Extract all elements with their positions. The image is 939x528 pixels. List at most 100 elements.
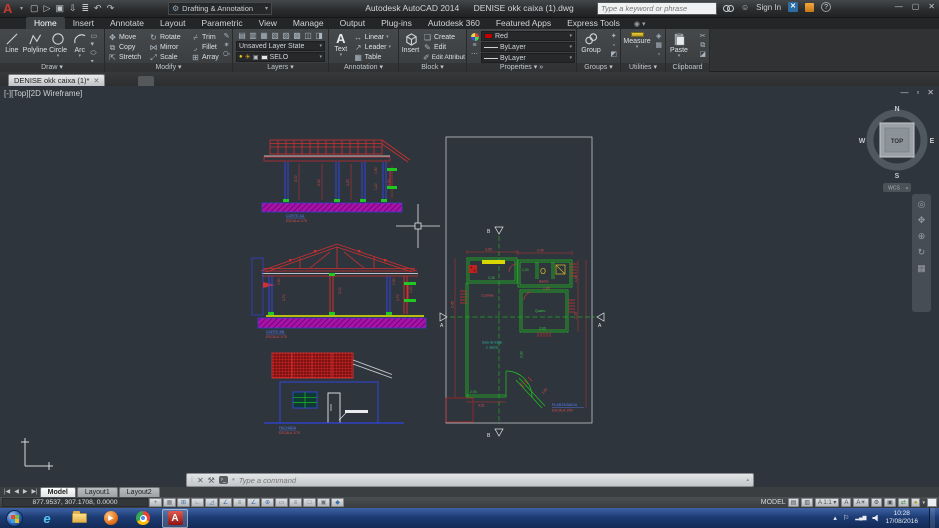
tab-featured-apps[interactable]: Featured Apps bbox=[488, 17, 559, 29]
object-color-dropdown[interactable]: Red▾ bbox=[481, 31, 575, 41]
taskbar-ie-icon[interactable]: e bbox=[34, 509, 60, 527]
draw-panel-label[interactable]: Draw ▾ bbox=[0, 63, 104, 72]
quick-calc-icon[interactable]: ▦ bbox=[655, 42, 662, 50]
clean-screen-button[interactable] bbox=[927, 498, 937, 507]
restore-button[interactable]: ▢ bbox=[912, 2, 920, 11]
circle-button[interactable]: Circle ▾ bbox=[47, 30, 69, 63]
minimize-button[interactable]: — bbox=[895, 2, 903, 11]
move-button[interactable]: ✥Move bbox=[106, 32, 147, 42]
tab-home[interactable]: Home bbox=[26, 17, 65, 29]
layer-dropdown[interactable]: ● ☀ ▣ SELO ▾ bbox=[236, 52, 325, 62]
quick-view-drawings-icon[interactable]: ▥ bbox=[801, 498, 813, 507]
viewcube-west[interactable]: W bbox=[859, 138, 866, 145]
tab-plugins[interactable]: Plug-ins bbox=[373, 17, 420, 29]
linear-dimension-button[interactable]: ↔Linear▾ bbox=[352, 32, 397, 42]
group-bounding-icon[interactable]: ◩ bbox=[610, 51, 617, 59]
arc-button[interactable]: Arc ▾ bbox=[69, 30, 91, 63]
start-button[interactable] bbox=[6, 510, 23, 527]
layer-unlock-icon[interactable]: ▣ bbox=[253, 54, 259, 61]
copy-clip-icon[interactable]: ⧉ bbox=[700, 42, 705, 50]
viewcube-east[interactable]: E bbox=[930, 138, 935, 145]
tab-output[interactable]: Output bbox=[332, 17, 374, 29]
layout2-tab[interactable]: Layout2 bbox=[119, 487, 160, 497]
layer-on-bulb-icon[interactable]: ● bbox=[239, 54, 243, 60]
rotate-button[interactable]: ↻Rotate bbox=[147, 32, 189, 42]
hardware-accel-icon[interactable]: ⇄ bbox=[898, 498, 909, 507]
isolate-objects-icon[interactable]: ● bbox=[911, 498, 921, 507]
tab-express-tools[interactable]: Express Tools bbox=[559, 17, 628, 29]
properties-panel-label[interactable]: Properties ▾ » bbox=[467, 63, 576, 72]
mirror-button[interactable]: ⋈Mirror bbox=[147, 42, 189, 52]
ortho-mode-button[interactable]: ∟ bbox=[191, 498, 204, 507]
tab-first-icon[interactable]: |◀ bbox=[4, 488, 10, 497]
layer-isolate-icon[interactable]: ▦ bbox=[260, 31, 269, 40]
erase-icon[interactable]: ✎ bbox=[224, 33, 230, 41]
pan-icon[interactable]: ✥ bbox=[918, 216, 926, 225]
exchange-apps-icon[interactable]: ✕ bbox=[788, 2, 798, 12]
layer-off-icon[interactable]: ▥ bbox=[249, 31, 258, 40]
tab-annotate[interactable]: Annotate bbox=[102, 17, 152, 29]
modify-panel-label[interactable]: Modify ▾ bbox=[105, 63, 232, 72]
annotation-visibility-icon[interactable]: A bbox=[841, 498, 851, 507]
show-desktop-button[interactable] bbox=[929, 508, 935, 528]
layer-prev-icon[interactable]: ◫ bbox=[304, 31, 313, 40]
taskbar-clock[interactable]: 10:28 17/08/2016 bbox=[885, 510, 918, 526]
lineweight-list-icon[interactable]: ≡ bbox=[472, 42, 476, 50]
layer-color-swatch[interactable] bbox=[261, 55, 268, 60]
edit-block-button[interactable]: ✎Edit bbox=[421, 42, 465, 52]
help-search-input[interactable] bbox=[598, 4, 716, 13]
utilities-panel-label[interactable]: Utilities ▾ bbox=[621, 63, 665, 72]
offset-icon[interactable]: ⧂ bbox=[223, 51, 230, 59]
quick-select-icon[interactable]: ◈ bbox=[656, 33, 661, 41]
tab-insert[interactable]: Insert bbox=[65, 17, 102, 29]
command-grip-icon[interactable]: ⁞ bbox=[191, 477, 193, 484]
linetype-dropdown[interactable]: ByLayer▾ bbox=[481, 53, 575, 63]
command-customize-icon[interactable]: ⚒ bbox=[208, 476, 215, 485]
zoom-icon[interactable]: ⊕ bbox=[918, 232, 926, 241]
taskbar-autocad-icon[interactable]: A bbox=[162, 509, 188, 528]
network-icon[interactable]: ▂▄▆ bbox=[855, 515, 866, 521]
match-properties-icon[interactable] bbox=[471, 33, 479, 41]
file-tab-close-icon[interactable]: ✕ bbox=[93, 77, 99, 85]
tab-next-icon[interactable]: ▶ bbox=[23, 488, 28, 497]
trim-button[interactable]: ⌿Trim bbox=[189, 32, 222, 42]
copy-button[interactable]: ⧉Copy bbox=[106, 42, 147, 52]
viewcube[interactable]: TOP N S W E WCS ▾ bbox=[859, 106, 935, 192]
viewcube-north[interactable]: N bbox=[894, 106, 899, 113]
fillet-button[interactable]: ◞Fillet bbox=[189, 42, 222, 52]
array-button[interactable]: ⊞Array bbox=[189, 52, 222, 62]
measure-button[interactable]: Measure ▾ bbox=[622, 30, 652, 63]
tab-prev-icon[interactable]: ◀ bbox=[14, 488, 19, 497]
layer-walk-icon[interactable]: ◨ bbox=[315, 31, 324, 40]
steering-wheel-icon[interactable]: ◎ bbox=[918, 200, 926, 209]
command-input[interactable] bbox=[239, 476, 743, 485]
cut-icon[interactable]: ✂ bbox=[700, 33, 706, 41]
command-recent-caret-icon[interactable]: ▾ bbox=[232, 477, 235, 483]
tab-view[interactable]: View bbox=[251, 17, 285, 29]
status-menu-caret-icon[interactable]: ▾ bbox=[922, 500, 925, 506]
model-space-canvas[interactable]: [-][Top][2D Wireframe] — ▫ ✕ bbox=[0, 86, 939, 473]
layer-thaw-sun-icon[interactable]: ☀ bbox=[245, 53, 251, 61]
polyline-button[interactable]: Polyline bbox=[23, 30, 48, 63]
file-tab-active[interactable]: DENISE okk caixa (1)* ✕ bbox=[8, 74, 105, 86]
selection-cycling-button[interactable]: ◆ bbox=[331, 498, 344, 507]
layer-properties-icon[interactable]: ▤ bbox=[238, 31, 247, 40]
close-button[interactable]: ✕ bbox=[928, 2, 935, 11]
rectangle-tool-icon[interactable]: ▭ ▾ bbox=[91, 33, 101, 49]
annotation-panel-label[interactable]: Annotation ▾ bbox=[329, 63, 398, 72]
taskbar-explorer-icon[interactable] bbox=[66, 509, 92, 527]
3d-object-snap-button[interactable]: ≡ bbox=[233, 498, 246, 507]
layer-match-icon[interactable]: ▩ bbox=[293, 31, 302, 40]
id-point-icon[interactable]: ▫ bbox=[657, 51, 659, 59]
app-store-icon[interactable] bbox=[805, 3, 814, 12]
tray-expand-icon[interactable]: ▴ bbox=[833, 514, 837, 522]
quick-properties-button[interactable]: ▣ bbox=[317, 498, 330, 507]
help-icon[interactable]: ? bbox=[821, 2, 831, 12]
scale-button[interactable]: ⤢Scale bbox=[147, 52, 189, 62]
sign-in-button[interactable]: Sign In bbox=[756, 3, 781, 12]
line-button[interactable]: Line bbox=[1, 30, 23, 63]
toolbar-lock-icon[interactable]: ▣ bbox=[884, 498, 896, 507]
command-line[interactable]: ⁞ ✕ ⚒ ›_ ▾ ▴ bbox=[186, 473, 754, 487]
help-search-box[interactable] bbox=[597, 2, 717, 15]
tab-layout[interactable]: Layout bbox=[152, 17, 194, 29]
